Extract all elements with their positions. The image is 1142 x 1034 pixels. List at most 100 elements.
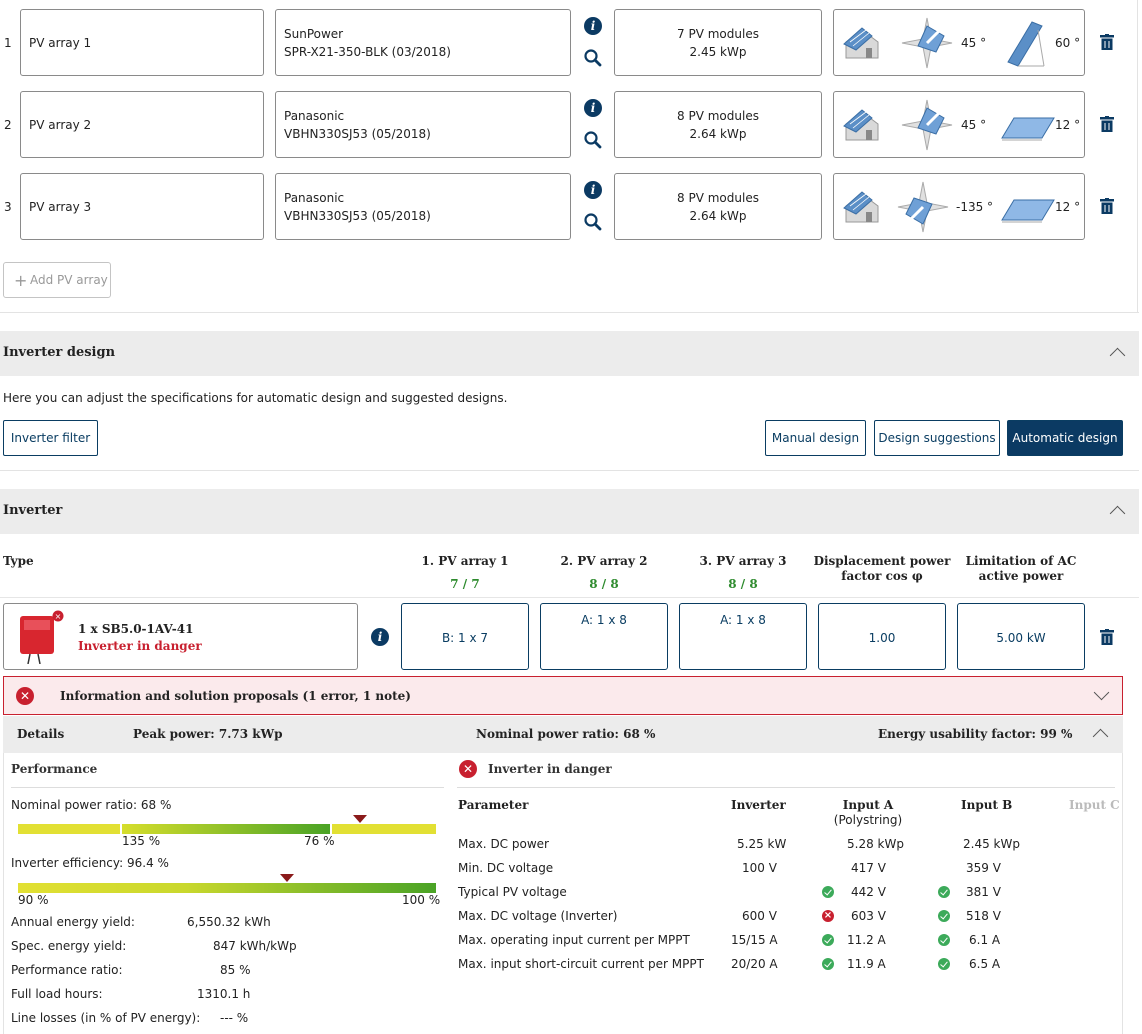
orientation-field[interactable]: 45 ° 60 ° <box>833 9 1085 76</box>
orientation-field[interactable]: -135 ° 12 ° <box>833 173 1085 240</box>
inverter-design-header[interactable]: Inverter design <box>0 331 1139 376</box>
pv1-count: 7 / 7 <box>450 577 480 591</box>
house-icon <box>843 109 879 141</box>
panel-border <box>1137 0 1138 312</box>
perf-row-label: Full load hours: <box>11 987 103 1001</box>
ok-icon <box>938 910 950 922</box>
chevron-down-icon[interactable] <box>1093 684 1110 701</box>
inverter-value: 100 V <box>742 861 777 875</box>
ok-icon <box>938 886 950 898</box>
pv-module-field[interactable]: Panasonic VBHN330SJ53 (05/2018) <box>275 173 571 240</box>
info-solutions-panel[interactable]: ✕ Information and solution proposals (1 … <box>3 676 1123 715</box>
header-inverter: Inverter <box>731 798 786 812</box>
pv2-count: 8 / 8 <box>589 577 619 591</box>
inverter-value: 20/20 A <box>731 957 778 971</box>
pv-module-model: VBHN330SJ53 (05/2018) <box>284 209 431 223</box>
panel-divider <box>0 312 1139 313</box>
pv-module-field[interactable]: SunPower SPR-X21-350-BLK (03/2018) <box>275 9 571 76</box>
inverter-filter-button[interactable]: Inverter filter <box>3 420 98 456</box>
add-pv-array-button[interactable]: + Add PV array <box>3 262 111 298</box>
col-pv3-header: 3. PV array 3 <box>699 554 787 568</box>
ok-icon <box>938 934 950 946</box>
nominal-ratio-label: Nominal power ratio: 68 % <box>11 798 172 812</box>
ok-icon <box>822 886 834 898</box>
pv-modules-summary[interactable]: 8 PV modules 2.64 kWp <box>614 91 822 158</box>
info-icon[interactable]: i <box>584 17 602 35</box>
inverter-design-title: Inverter design <box>3 345 116 360</box>
bar2-max: 100 % <box>402 893 441 907</box>
perf-row-label: Spec. energy yield: <box>11 939 127 953</box>
pv-array-name-field[interactable]: PV array 2 <box>20 91 264 158</box>
search-icon[interactable] <box>583 48 603 68</box>
trash-icon[interactable] <box>1100 198 1114 214</box>
pv-module-model: VBHN330SJ53 (05/2018) <box>284 127 431 141</box>
pv3-count: 8 / 8 <box>728 577 758 591</box>
trash-icon[interactable] <box>1100 629 1114 645</box>
input-a-value: 417 V <box>851 861 886 875</box>
info-icon[interactable]: i <box>584 181 602 199</box>
info-icon[interactable]: i <box>584 99 602 117</box>
input-a-value: 5.28 kWp <box>847 837 904 851</box>
peak-power: Peak power: 7.73 kWp <box>133 727 283 741</box>
pv-module-field[interactable]: Panasonic VBHN330SJ53 (05/2018) <box>275 91 571 158</box>
header-input-a-sub: (Polystring) <box>833 813 903 827</box>
perf-row-value: --- % <box>220 1011 249 1025</box>
inverter-model: 1 x SB5.0-1AV-41 <box>78 622 194 636</box>
trash-icon[interactable] <box>1100 116 1114 132</box>
input-a-value: 11.2 A <box>847 933 886 947</box>
perf-row-value: 1310.1 h <box>197 987 251 1001</box>
add-pv-array-label: Add PV array <box>30 273 108 287</box>
compass-icon <box>901 99 953 151</box>
design-suggestions-button[interactable]: Design suggestions <box>874 420 1000 456</box>
perf-row-value: 85 % <box>220 963 251 977</box>
search-icon[interactable] <box>583 130 603 150</box>
tilted-panel-icon <box>1001 117 1055 141</box>
trash-icon[interactable] <box>1100 34 1114 50</box>
perf-row-value: 847 kWh/kWp <box>213 939 297 953</box>
pv-array-index: 2 <box>4 118 12 132</box>
inverter-title: Inverter <box>3 503 63 518</box>
chevron-up-icon[interactable] <box>1109 347 1126 364</box>
pv3-config-field[interactable]: A: 1 x 8 <box>679 603 807 670</box>
pv-modules-summary[interactable]: 8 PV modules 2.64 kWp <box>614 173 822 240</box>
col-cosphi-header-line1: Displacement power <box>813 554 951 568</box>
divider <box>11 787 444 788</box>
param-name: Min. DC voltage <box>458 861 554 875</box>
pv1-config-field[interactable]: B: 1 x 7 <box>401 603 529 670</box>
param-name: Max. DC power <box>458 837 549 851</box>
input-b-value: 6.5 A <box>969 957 1001 971</box>
info-icon[interactable]: i <box>371 628 389 646</box>
efficiency-marker <box>280 874 294 882</box>
manual-design-button[interactable]: Manual design <box>765 420 866 456</box>
pv-array-name-field[interactable]: PV array 3 <box>20 173 264 240</box>
inverter-type-field[interactable]: × 1 x SB5.0-1AV-41 Inverter in danger <box>3 603 358 670</box>
plus-icon: + <box>14 271 28 290</box>
error-icon: ✕ <box>16 687 34 705</box>
inverter-value: 15/15 A <box>731 933 778 947</box>
col-type-header: Type <box>3 554 34 568</box>
ok-icon <box>822 934 834 946</box>
pv-array-name-field[interactable]: PV array 1 <box>20 9 264 76</box>
pv-array-name: PV array 3 <box>29 200 92 214</box>
details-bar[interactable]: Details Peak power: 7.73 kWp Nominal pow… <box>3 716 1123 753</box>
chevron-up-icon[interactable] <box>1092 728 1109 745</box>
col-limit-header-line2: active power <box>978 569 1064 583</box>
cosphi-field[interactable]: 1.00 <box>818 603 946 670</box>
chevron-up-icon[interactable] <box>1109 505 1126 522</box>
ac-limit-field[interactable]: 5.00 kW <box>957 603 1085 670</box>
automatic-design-button[interactable]: Automatic design <box>1007 420 1123 456</box>
inverter-header[interactable]: Inverter <box>0 489 1139 534</box>
azimuth-value: 45 ° <box>961 36 987 50</box>
pv2-config-field[interactable]: A: 1 x 8 <box>540 603 668 670</box>
col-pv1-header: 1. PV array 1 <box>421 554 509 568</box>
input-a-value: 11.9 A <box>847 957 886 971</box>
inverter-value: 600 V <box>742 909 777 923</box>
pv-modules-summary[interactable]: 7 PV modules 2.45 kWp <box>614 9 822 76</box>
input-b-value: 2.45 kWp <box>963 837 1020 851</box>
house-icon <box>843 27 879 59</box>
input-a-value: 603 V <box>851 909 886 923</box>
orientation-field[interactable]: 45 ° 12 ° <box>833 91 1085 158</box>
search-icon[interactable] <box>583 212 603 232</box>
param-name: Max. input short-circuit current per MPP… <box>458 957 704 971</box>
efficiency-label: Inverter efficiency: 96.4 % <box>11 856 169 870</box>
